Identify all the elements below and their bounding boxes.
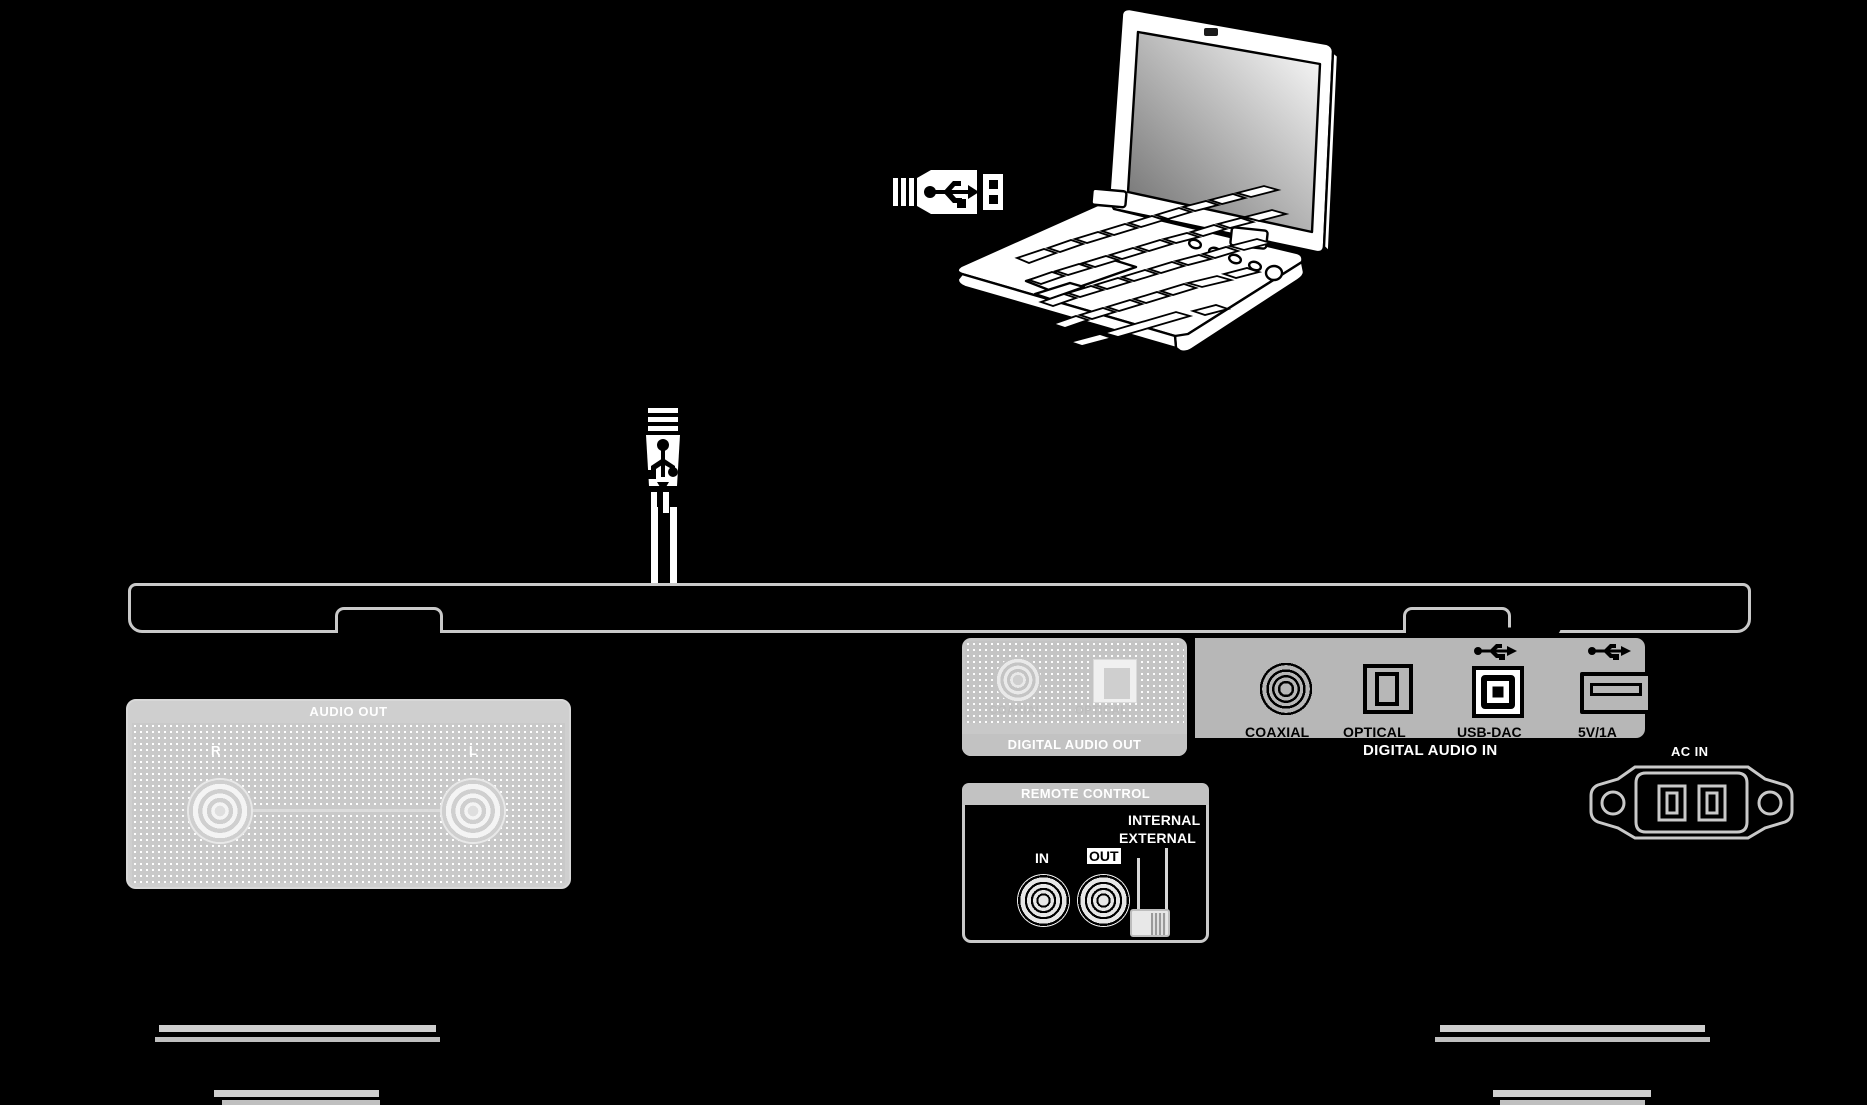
switch-stem-internal (1165, 848, 1168, 910)
dc-power-symbol-icon (1647, 728, 1671, 737)
digital-out-coaxial-port[interactable] (995, 657, 1041, 703)
digital-audio-in-footer: DIGITAL AUDIO IN (1363, 742, 1498, 759)
digital-audio-in-panel: COAXIAL OPTICAL USB-DAC 5V/1A (1195, 638, 1671, 740)
caption-rule-left-1 (159, 1025, 436, 1032)
digital-out-optical-port[interactable] (1093, 659, 1137, 703)
remote-in-jack[interactable] (1017, 874, 1070, 927)
usb-symbol-icon-dac (1474, 644, 1517, 660)
digital-audio-out-texture: COAXIAL OPTICAL (965, 641, 1184, 723)
audio-out-jack-right[interactable] (189, 780, 251, 842)
usb-a-connector-bar (1590, 683, 1642, 696)
digital-in-coaxial-port[interactable] (1257, 660, 1315, 718)
usb-dac-port[interactable] (1472, 666, 1524, 718)
remote-in-label: IN (1035, 850, 1049, 866)
caption-rule-right-2 (1435, 1037, 1710, 1042)
audio-out-label-left: L (469, 743, 477, 758)
remote-control-panel: REMOTE CONTROL IN OUT (962, 783, 1209, 943)
remote-control-title: REMOTE CONTROL (962, 783, 1209, 805)
usb-a-power-port[interactable] (1580, 672, 1652, 714)
laptop-illustration (956, 7, 1340, 353)
switch-label-external: EXTERNAL (1119, 830, 1197, 846)
audio-out-title: AUDIO OUT (309, 704, 388, 719)
remote-mode-switch[interactable] (1130, 909, 1170, 937)
usb-power-label: 5V/1A (1578, 724, 1617, 740)
usb-symbol-icon-power (1588, 644, 1631, 660)
digital-in-optical-label: OPTICAL (1343, 724, 1406, 740)
ac-in-label: AC IN (1671, 744, 1709, 759)
digital-in-optical-port[interactable] (1363, 664, 1413, 714)
caption-rule-left-2 (155, 1037, 440, 1042)
digital-audio-out-footer: DIGITAL AUDIO OUT (962, 734, 1187, 756)
caption-rule-right-4 (1500, 1100, 1645, 1105)
switch-label-internal: INTERNAL (1128, 812, 1201, 828)
switch-grip (1151, 913, 1166, 935)
audio-out-bridge-line (250, 809, 443, 812)
digital-out-coaxial-label: COAXIAL (989, 705, 1043, 717)
chassis-notch-left (335, 607, 443, 633)
usb-plug-icon (893, 170, 1003, 214)
caption-rule-right-1 (1440, 1025, 1705, 1032)
optical-in-inner (1375, 672, 1399, 706)
digital-audio-out-panel: COAXIAL OPTICAL DIGITAL AUDIO OUT (962, 638, 1187, 756)
optical-port-inner (1101, 665, 1133, 702)
digital-in-coaxial-label: COAXIAL (1245, 724, 1310, 740)
diagram-canvas: AUDIO OUT R L COAXIAL OPTICAL DIGITAL AU… (0, 0, 1867, 1105)
caption-rule-left-4 (222, 1100, 380, 1105)
remote-out-label: OUT (1087, 848, 1121, 864)
digital-out-optical-label: OPTICAL (1075, 705, 1128, 717)
usb-b-connector-pin (1492, 686, 1504, 698)
caption-rule-right-3 (1493, 1090, 1651, 1097)
audio-out-jack-left[interactable] (442, 780, 504, 842)
usb-plug-vertical-icon (646, 408, 680, 513)
ac-in-connector[interactable] (1589, 765, 1794, 840)
remote-out-jack[interactable] (1077, 874, 1130, 927)
switch-stem-external (1137, 858, 1140, 910)
audio-out-label-right: R (211, 743, 221, 758)
usb-dac-label: USB-DAC (1457, 724, 1522, 740)
audio-out-panel: AUDIO OUT R L (126, 699, 571, 889)
caption-rule-left-3 (214, 1090, 379, 1097)
